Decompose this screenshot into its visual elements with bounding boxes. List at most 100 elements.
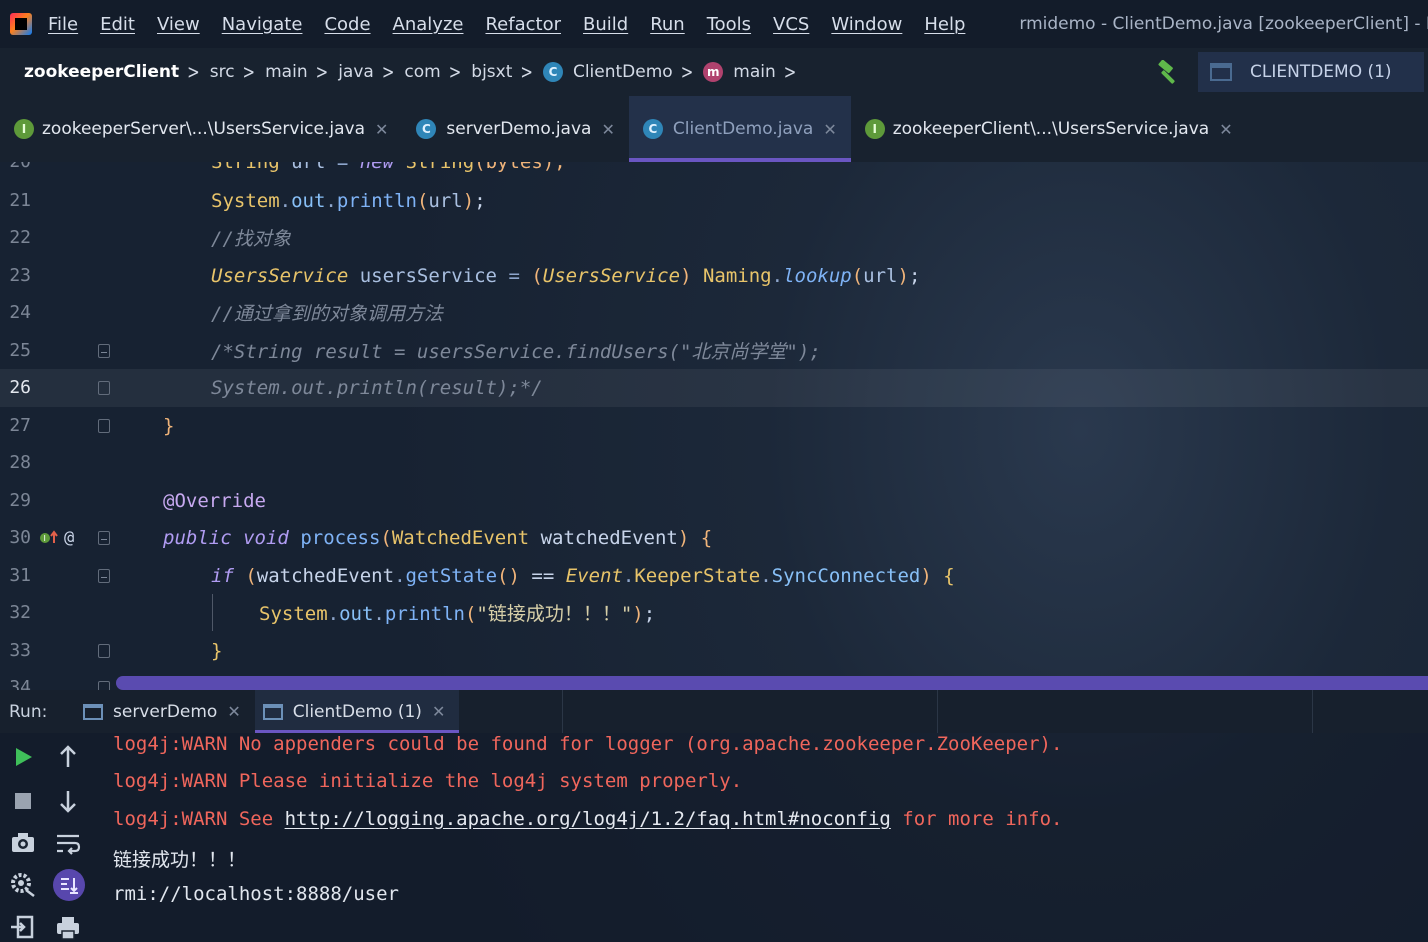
fold-marker-icon[interactable] (98, 381, 110, 395)
menu-tools[interactable]: Tools (707, 14, 751, 35)
close-icon[interactable]: ✕ (823, 120, 836, 139)
tab-zookeeperclient-usersservice[interactable]: I zookeeperClient\...\UsersService.java … (851, 96, 1247, 162)
run-tab-clientdemo[interactable]: ClientDemo (1) ✕ (254, 690, 460, 733)
menu-build[interactable]: Build (583, 14, 628, 35)
breadcrumb-method[interactable]: m main (703, 62, 776, 82)
console-hyperlink[interactable]: http://logging.apache.org/log4j/1.2/faq.… (285, 808, 891, 830)
code-line-21[interactable]: 21 System.out.println(url); (0, 182, 1428, 220)
breadcrumb-src[interactable]: src (210, 62, 235, 82)
close-icon[interactable]: ✕ (227, 702, 240, 721)
menu-edit[interactable]: Edit (100, 14, 135, 35)
run-tab-serverdemo[interactable]: serverDemo ✕ (75, 690, 255, 733)
divider (1312, 690, 1313, 733)
fold-marker-icon[interactable] (98, 681, 110, 690)
exit-icon[interactable] (8, 912, 38, 942)
settings-gear-icon[interactable] (8, 870, 38, 900)
code-line-27[interactable]: 27 } (0, 407, 1428, 445)
code-comment: //通过拿到的对象调用方法 (211, 303, 443, 326)
code-line-31[interactable]: 31 if (watchedEvent.getState() == Event.… (0, 557, 1428, 595)
code-token: . (279, 189, 292, 212)
tab-zookeeperserver-usersservice[interactable]: I zookeeperServer\...\UsersService.java … (0, 96, 402, 162)
tab-clientdemo[interactable]: C ClientDemo.java ✕ (628, 96, 851, 162)
console-line-output: 链接成功！！！ (113, 849, 247, 871)
chevron-right-icon: > (448, 60, 462, 84)
console-output[interactable]: log4j:WARN No appenders could be found f… (113, 733, 1428, 942)
implements-method-icon[interactable]: I (38, 529, 60, 547)
code-line-26-current[interactable]: 26 System.out.println(result);*/ (0, 369, 1428, 407)
code-line-30[interactable]: 30 I @ public void process(WatchedEvent … (0, 519, 1428, 557)
divider (562, 690, 563, 733)
print-icon[interactable] (53, 912, 83, 942)
menu-refactor[interactable]: Refactor (485, 14, 561, 35)
code-editor[interactable]: 20 String url = new String(bytes); 21 Sy… (0, 162, 1428, 690)
code-token: usersService (348, 264, 509, 287)
code-token: String (406, 162, 475, 173)
code-line-24[interactable]: 24 //通过拿到的对象调用方法 (0, 294, 1428, 332)
breadcrumb-com[interactable]: com (404, 62, 440, 82)
fold-marker-icon[interactable] (98, 569, 110, 583)
fold-marker-icon[interactable] (98, 644, 110, 658)
build-hammer-icon[interactable] (1155, 60, 1181, 86)
camera-icon[interactable] (8, 828, 38, 858)
code-line-29[interactable]: 29 @Override (0, 482, 1428, 520)
tab-serverdemo[interactable]: C serverDemo.java ✕ (402, 96, 628, 162)
rerun-icon[interactable] (8, 742, 38, 772)
code-token: SyncConnected (771, 564, 921, 587)
breadcrumb-project[interactable]: zookeeperClient (24, 62, 179, 82)
breadcrumb-main[interactable]: main (265, 62, 307, 82)
line-number: 24 (9, 302, 31, 324)
menu-help[interactable]: Help (924, 14, 965, 35)
close-icon[interactable]: ✕ (432, 702, 445, 721)
close-icon[interactable]: ✕ (375, 120, 388, 139)
code-line-23[interactable]: 23 UsersService usersService = (UsersSer… (0, 257, 1428, 295)
interface-icon: I (864, 119, 885, 139)
run-configuration-selector[interactable]: CLIENTDEMO (1) (1198, 52, 1424, 92)
code-line-28[interactable]: 28 (0, 444, 1428, 482)
menu-run[interactable]: Run (650, 14, 685, 35)
code-line-32[interactable]: 32 System.out.println("链接成功！！！"); (0, 594, 1428, 632)
console-text: for more info. (890, 808, 1063, 830)
scroll-to-end-button[interactable] (53, 869, 85, 901)
menu-vcs[interactable]: VCS (773, 14, 809, 35)
breadcrumb: zookeeperClient > src > main > java > co… (24, 48, 806, 96)
menu-navigate[interactable]: Navigate (222, 14, 303, 35)
code-line-22[interactable]: 22 //找对象 (0, 219, 1428, 257)
code-token: UsersService (211, 264, 349, 287)
code-text: System.out.println("链接成功！！！"); (259, 599, 655, 626)
menu-code[interactable]: Code (324, 14, 370, 35)
menu-analyze[interactable]: Analyze (393, 14, 464, 35)
fold-marker-icon[interactable] (98, 419, 110, 433)
code-token: ; (643, 603, 656, 626)
code-line-25[interactable]: 25 /*String result = usersService.findUs… (0, 332, 1428, 370)
menu-window[interactable]: Window (831, 14, 902, 35)
close-icon[interactable]: ✕ (1219, 120, 1232, 139)
code-token: . (771, 264, 784, 287)
line-number: 28 (9, 452, 31, 474)
code-token: ) (680, 264, 692, 287)
breadcrumb-class[interactable]: C ClientDemo (542, 62, 673, 82)
code-line-33[interactable]: 33 } (0, 632, 1428, 670)
menu-view[interactable]: View (157, 14, 200, 35)
code-token: Naming (691, 264, 772, 287)
code-token: { (931, 564, 955, 587)
fold-marker-icon[interactable] (98, 531, 110, 545)
editor-horizontal-scrollbar[interactable] (116, 676, 1428, 690)
line-number: 32 (9, 602, 31, 624)
annotation-gutter-icon[interactable]: @ (64, 528, 74, 548)
console-line-warning: log4j:WARN Please initialize the log4j s… (113, 770, 743, 792)
soft-wrap-icon[interactable] (53, 828, 83, 858)
menu-file[interactable]: File (48, 14, 78, 35)
fold-marker-icon[interactable] (98, 344, 110, 358)
class-icon: C (542, 62, 563, 82)
arrow-down-icon[interactable] (53, 786, 83, 816)
breadcrumb-bjsxt[interactable]: bjsxt (471, 62, 512, 82)
close-icon[interactable]: ✕ (601, 120, 614, 139)
stop-icon[interactable] (8, 786, 38, 816)
breadcrumb-label: src (209, 62, 235, 82)
code-line-20[interactable]: 20 String url = new String(bytes); (0, 162, 1428, 181)
code-token: ) (677, 526, 690, 549)
chevron-right-icon: > (315, 60, 329, 84)
arrow-up-icon[interactable] (53, 742, 83, 772)
breadcrumb-java[interactable]: java (338, 62, 374, 82)
